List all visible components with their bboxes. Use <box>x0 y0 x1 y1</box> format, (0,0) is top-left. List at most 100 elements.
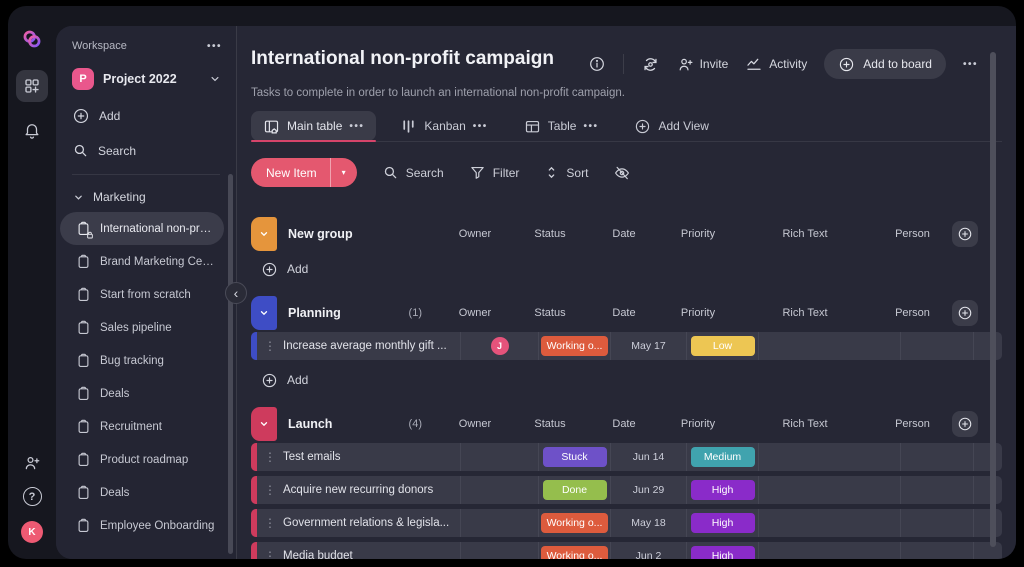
column-header-priority[interactable]: Priority <box>662 307 734 319</box>
sidebar-board-item[interactable]: Bug tracking <box>60 344 224 377</box>
group-collapse-button[interactable] <box>251 407 277 441</box>
owner-avatar[interactable]: J <box>491 337 509 355</box>
row-name[interactable]: Increase average monthly gift ... <box>283 340 455 352</box>
group-title[interactable]: New group <box>288 227 353 241</box>
rich-text-cell[interactable] <box>758 443 900 471</box>
sidebar-folder-marketing[interactable]: Marketing <box>72 190 236 204</box>
priority-cell[interactable]: Low <box>686 332 758 360</box>
sync-button[interactable] <box>641 55 660 74</box>
tab-menu-icon[interactable]: ••• <box>349 121 364 132</box>
new-item-button[interactable]: New Item ▾ <box>251 158 357 187</box>
add-item-button[interactable]: Add <box>251 254 1002 284</box>
collapse-sidebar-button[interactable]: ‹ <box>225 282 247 304</box>
column-header-rich-text[interactable]: Rich Text <box>734 418 876 430</box>
tab-menu-icon[interactable]: ••• <box>473 121 488 132</box>
status-cell[interactable]: Working o... <box>538 509 610 537</box>
tab-main-table[interactable]: Main table ••• <box>251 111 376 141</box>
rich-text-cell[interactable] <box>758 476 900 504</box>
column-header-date[interactable]: Date <box>586 307 662 319</box>
invite-button[interactable]: Invite <box>677 56 729 73</box>
rail-notifications-button[interactable] <box>16 114 48 146</box>
add-column-button[interactable] <box>952 411 978 437</box>
add-to-board-button[interactable]: Add to board <box>824 49 946 79</box>
status-badge[interactable]: Working o... <box>541 336 609 356</box>
add-column-button[interactable] <box>952 300 978 326</box>
date-cell[interactable]: Jun 2 <box>610 542 686 559</box>
project-selector[interactable]: P Project 2022 <box>72 68 236 90</box>
table-row[interactable]: ⋮ Increase average monthly gift ... J Wo… <box>251 332 1002 360</box>
table-row[interactable]: ⋮ Test emails Stuck Jun 14 Medium <box>251 443 1002 471</box>
invite-user-icon[interactable] <box>23 454 41 472</box>
priority-badge[interactable]: Medium <box>691 447 755 467</box>
rich-text-cell[interactable] <box>758 542 900 559</box>
column-header-priority[interactable]: Priority <box>662 228 734 240</box>
column-header-person[interactable]: Person <box>876 307 949 319</box>
help-icon[interactable]: ? <box>23 487 42 506</box>
owner-cell[interactable] <box>460 476 538 504</box>
sidebar-board-item[interactable]: Deals <box>60 377 224 410</box>
owner-cell[interactable] <box>460 509 538 537</box>
group-title[interactable]: Launch <box>288 417 332 431</box>
board-menu-icon[interactable]: ••• <box>963 59 978 70</box>
column-header-owner[interactable]: Owner <box>436 228 514 240</box>
column-header-rich-text[interactable]: Rich Text <box>734 307 876 319</box>
tab-kanban[interactable]: Kanban ••• <box>388 111 499 141</box>
row-name[interactable]: Government relations & legisla... <box>283 517 457 529</box>
rail-workspaces-button[interactable] <box>16 70 48 102</box>
row-menu-icon[interactable]: ⋮ <box>262 483 278 497</box>
status-cell[interactable]: Done <box>538 476 610 504</box>
column-header-priority[interactable]: Priority <box>662 418 734 430</box>
row-name[interactable]: Acquire new recurring donors <box>283 484 441 496</box>
row-menu-icon[interactable]: ⋮ <box>262 450 278 464</box>
person-cell[interactable] <box>900 476 973 504</box>
date-cell[interactable]: May 18 <box>610 509 686 537</box>
person-cell[interactable] <box>900 542 973 559</box>
hidden-columns-button[interactable] <box>613 164 631 182</box>
priority-cell[interactable]: High <box>686 476 758 504</box>
priority-cell[interactable]: Medium <box>686 443 758 471</box>
table-row[interactable]: ⋮ Media budget Working o... Jun 2 High <box>251 542 1002 559</box>
person-cell[interactable] <box>900 509 973 537</box>
column-header-status[interactable]: Status <box>514 307 586 319</box>
status-cell[interactable]: Stuck <box>538 443 610 471</box>
sidebar-board-item[interactable]: Product roadmap <box>60 443 224 476</box>
board-info-button[interactable] <box>588 55 606 73</box>
group-collapse-button[interactable] <box>251 217 277 251</box>
main-scrollbar[interactable] <box>990 52 996 547</box>
person-cell[interactable] <box>900 332 973 360</box>
activity-button[interactable]: Activity <box>745 55 807 73</box>
status-cell[interactable]: Working o... <box>538 332 610 360</box>
row-menu-icon[interactable]: ⋮ <box>262 516 278 530</box>
sidebar-add-button[interactable]: Add <box>72 107 236 125</box>
filter-button[interactable]: Filter <box>469 164 520 181</box>
sidebar-scrollbar[interactable] <box>228 174 233 554</box>
rich-text-cell[interactable] <box>758 332 900 360</box>
sort-button[interactable]: Sort <box>544 165 588 180</box>
tab-table[interactable]: Table ••• <box>512 111 611 141</box>
column-header-status[interactable]: Status <box>514 418 586 430</box>
sidebar-board-item[interactable]: Brand Marketing Center <box>60 245 224 278</box>
table-row[interactable]: ⋮ Acquire new recurring donors Done Jun … <box>251 476 1002 504</box>
column-header-date[interactable]: Date <box>586 228 662 240</box>
group-title[interactable]: Planning <box>288 306 341 320</box>
new-item-dropdown[interactable]: ▾ <box>330 158 357 187</box>
search-button[interactable]: Search <box>382 164 444 181</box>
owner-cell[interactable]: J <box>460 332 538 360</box>
row-name[interactable]: Test emails <box>283 451 349 463</box>
priority-cell[interactable]: High <box>686 542 758 559</box>
add-column-button[interactable] <box>952 221 978 247</box>
owner-cell[interactable] <box>460 542 538 559</box>
rich-text-cell[interactable] <box>758 509 900 537</box>
row-menu-icon[interactable]: ⋮ <box>262 339 278 353</box>
column-header-person[interactable]: Person <box>876 228 949 240</box>
sidebar-board-item[interactable]: Recruitment <box>60 410 224 443</box>
status-badge[interactable]: Done <box>543 480 607 500</box>
owner-cell[interactable] <box>460 443 538 471</box>
user-avatar[interactable]: K <box>21 521 43 543</box>
row-menu-icon[interactable]: ⋮ <box>262 549 278 559</box>
priority-cell[interactable]: High <box>686 509 758 537</box>
group-collapse-button[interactable] <box>251 296 277 330</box>
add-item-button[interactable]: Add <box>251 365 1002 395</box>
sidebar-board-item[interactable]: International non-profit... <box>60 212 224 245</box>
tab-menu-icon[interactable]: ••• <box>583 121 598 132</box>
